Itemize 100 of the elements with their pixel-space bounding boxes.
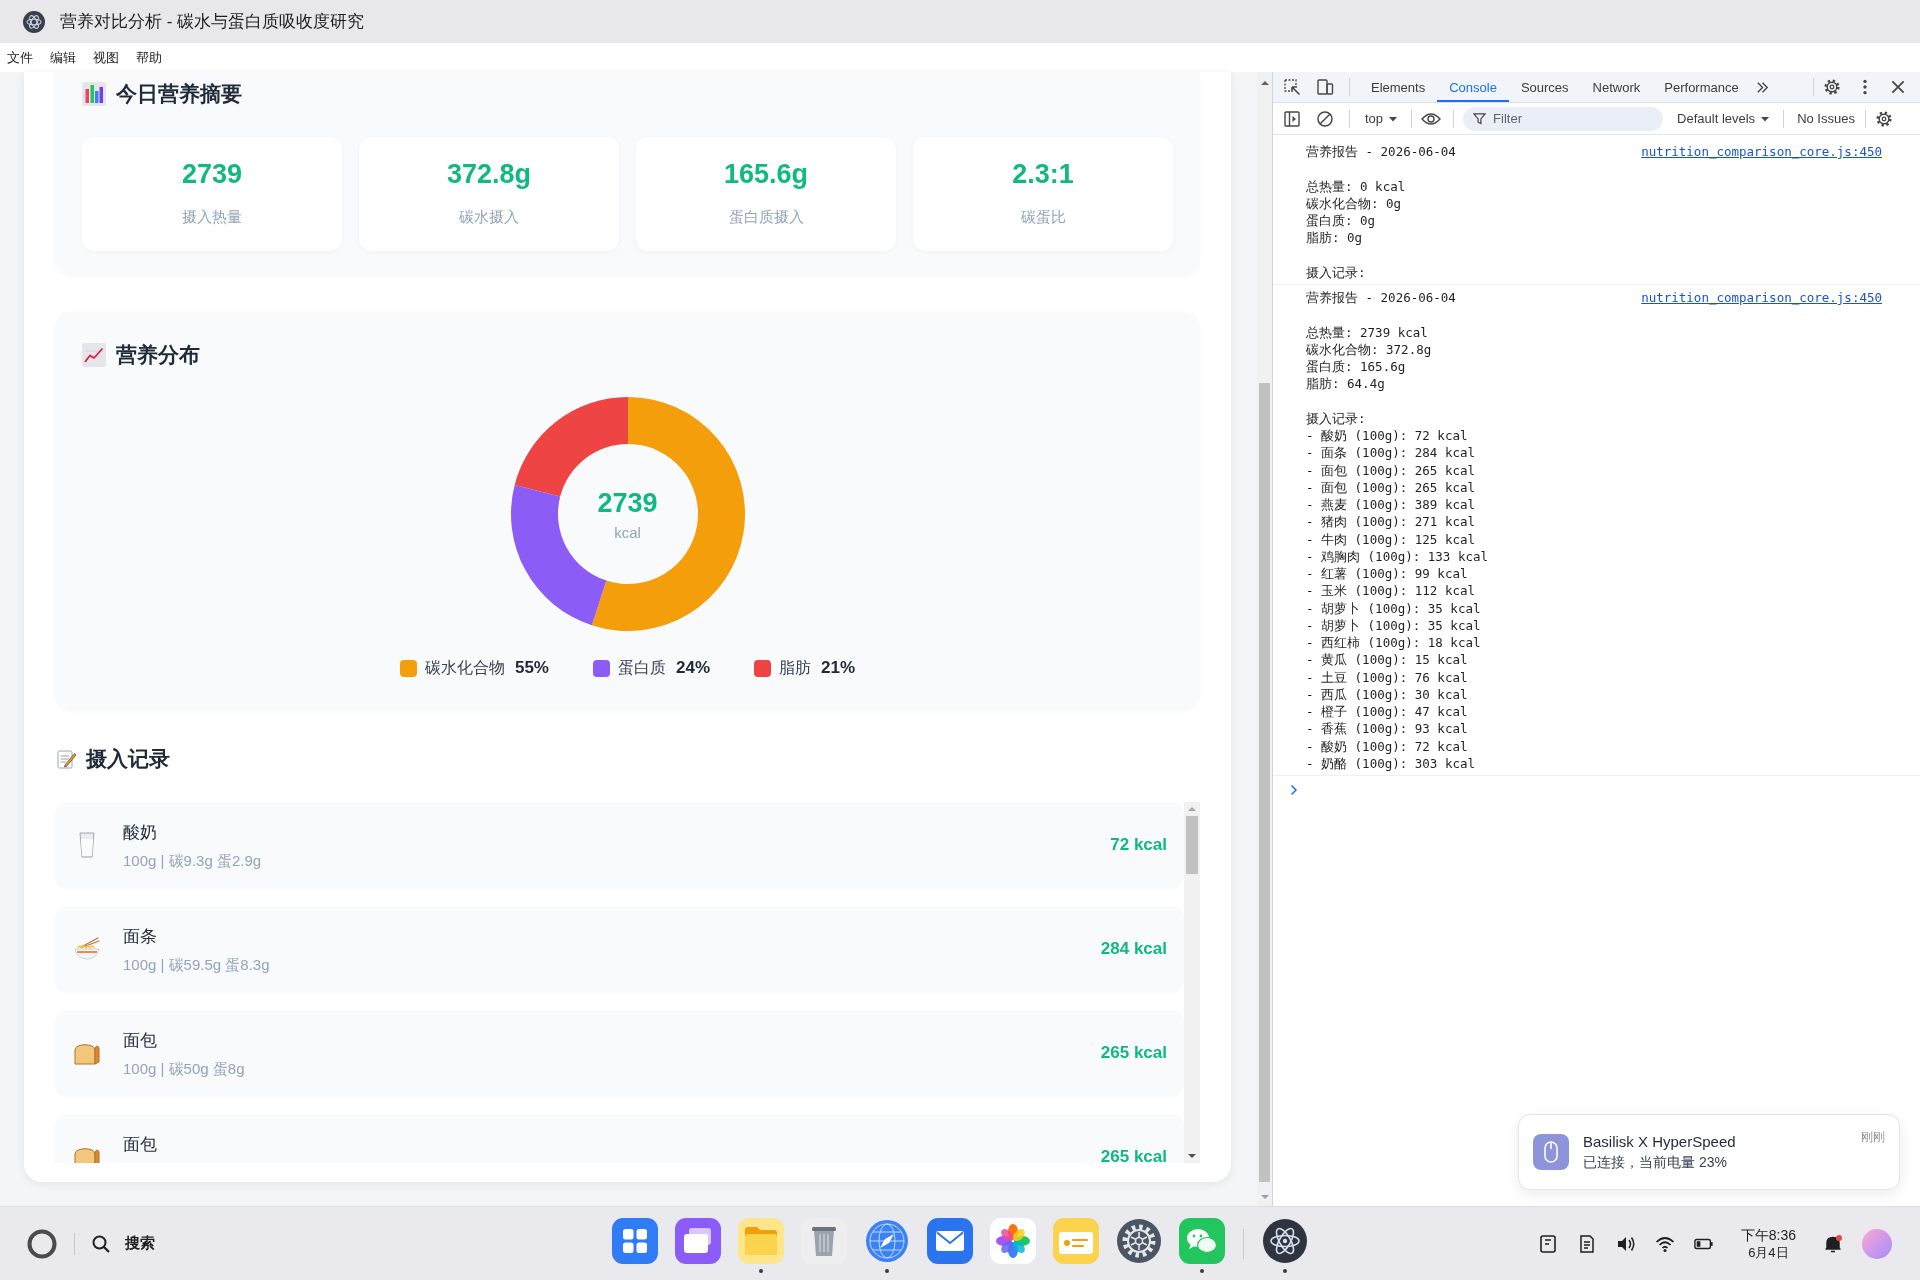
menu-item[interactable]: 编辑 (50, 48, 76, 67)
log-levels-dropdown[interactable]: Default levels (1671, 111, 1776, 126)
stat-value: 372.8g (446, 158, 532, 190)
flower-icon[interactable] (990, 1217, 1036, 1264)
food-calories: 265 kcal (1100, 1146, 1167, 1163)
stat-value: 2739 (181, 158, 243, 190)
atom-icon[interactable] (1262, 1217, 1308, 1264)
devtools-tab[interactable]: Sources (1508, 72, 1581, 102)
scroll-up-arrow-icon[interactable] (1260, 80, 1269, 86)
scrollbar-thumb[interactable] (1259, 383, 1270, 1182)
stat-label: 碳水摄入 (459, 207, 519, 227)
app-grid-icon[interactable] (612, 1217, 658, 1264)
console-text: 蛋白质: 165.6g (1306, 359, 1406, 374)
console-text: 脂肪: 0g (1306, 230, 1363, 246)
scroll-down-arrow-icon[interactable] (1188, 1153, 1196, 1159)
stat-label: 蛋白质摄入 (728, 207, 804, 227)
notification-title: Basilisk X HyperSpeed (1583, 1132, 1737, 1150)
inspect-icon[interactable] (1283, 78, 1301, 96)
eye-icon[interactable] (1421, 111, 1442, 126)
legend-label: 蛋白质 (618, 657, 666, 678)
devtools-tab[interactable]: Performance (1652, 72, 1751, 102)
prompt-chevron-icon[interactable] (1290, 784, 1298, 796)
console-text: - 面条 (100g): 284 kcal (1306, 445, 1475, 461)
stat-value: 165.6g (723, 158, 809, 190)
console-text: 总热量: 2739 kcal (1306, 324, 1428, 340)
stat-label: 碳蛋比 (1020, 207, 1066, 227)
legend-value: 55% (514, 658, 549, 678)
line-chart-icon (82, 343, 106, 367)
menu-item[interactable]: 帮助 (136, 48, 162, 67)
globe-icon[interactable] (864, 1217, 910, 1264)
filter-icon (1473, 112, 1487, 125)
settings-icon[interactable] (1874, 109, 1893, 128)
food-calories: 72 kcal (1110, 834, 1167, 856)
mouse-icon (1533, 1134, 1569, 1170)
source-link[interactable]: nutrition_comparison_core.js:450 (1641, 289, 1882, 307)
close-icon[interactable] (1889, 78, 1907, 96)
menu-item[interactable]: 文件 (7, 48, 33, 67)
filter-field[interactable]: Filter (1463, 106, 1664, 131)
clear-console-icon[interactable] (1316, 109, 1334, 128)
console-text: 摄入记录: (1306, 410, 1366, 426)
menu-item[interactable]: 视图 (93, 48, 119, 67)
console-text: - 西红柿 (100g): 18 kcal (1306, 635, 1481, 650)
device-toolbar-icon[interactable] (1316, 78, 1334, 96)
clock-time[interactable]: 下午8:36 (1740, 1226, 1796, 1244)
food-name: 面包 (123, 1030, 158, 1052)
notification-card[interactable]: Basilisk X HyperSpeed 已连接，当前电量 23% 刚刚 (1518, 1114, 1900, 1190)
console-text: - 香蕉 (100g): 93 kcal (1306, 721, 1468, 737)
scrollbar[interactable] (1184, 802, 1200, 1163)
issues-label[interactable]: No Issues (1797, 111, 1855, 126)
console-text: - 牛肉 (100g): 125 kcal (1306, 531, 1475, 547)
stat-label: 摄入热量 (182, 207, 242, 227)
food-calories: 284 kcal (1100, 938, 1167, 960)
food-detail: 100g | 碳59.5g 蛋8.3g (123, 955, 271, 975)
devtools-tab[interactable]: Elements (1359, 72, 1438, 102)
legend-value: 24% (676, 658, 710, 678)
source-link[interactable]: nutrition_comparison_core.js:450 (1641, 143, 1882, 161)
console-text: - 橙子 (100g): 47 kcal (1306, 704, 1468, 719)
mail-icon[interactable] (927, 1217, 973, 1264)
scrollbar[interactable] (1257, 72, 1272, 1206)
notification-message: 已连接，当前电量 23% (1583, 1153, 1728, 1172)
food-detail: 100g | 碳50g 蛋8g (123, 1059, 246, 1079)
search-label[interactable]: 搜索 (125, 1234, 155, 1253)
bell-icon[interactable] (1823, 1233, 1843, 1254)
devtools-tab[interactable]: Network (1580, 72, 1653, 102)
section-title: 今日营养摘要 (116, 81, 242, 107)
console-text: - 猪肉 (100g): 271 kcal (1306, 514, 1475, 530)
console-text: - 燕麦 (100g): 389 kcal (1306, 497, 1475, 512)
search-icon[interactable] (91, 1233, 111, 1254)
total-calories-unit: kcal (614, 523, 641, 543)
console-text: - 土豆 (100g): 76 kcal (1306, 669, 1468, 685)
section-title: 摄入记录 (86, 746, 170, 772)
console-text: 总热量: 0 kcal (1306, 178, 1406, 194)
console-text: - 面包 (100g): 265 kcal (1306, 462, 1475, 478)
legend-label: 碳水化合物 (424, 657, 505, 678)
memo-icon (57, 749, 77, 769)
stat-value: 2.3:1 (1012, 158, 1074, 190)
legend-value: 21% (821, 658, 856, 678)
console-text: - 胡萝卜 (100g): 35 kcal (1306, 600, 1481, 616)
console-text: - 奶酪 (100g): 303 kcal (1306, 755, 1475, 771)
sidebar-toggle-icon[interactable] (1283, 109, 1301, 128)
console-text: 碳水化合物: 372.8g (1306, 341, 1432, 357)
scrollbar-thumb[interactable] (1186, 816, 1198, 874)
bar-chart-icon (82, 82, 106, 106)
context-dropdown[interactable]: top (1359, 111, 1404, 126)
tablet-icon[interactable] (1537, 1233, 1558, 1254)
settings-icon[interactable] (1823, 78, 1841, 96)
console-text: - 黄瓜 (100g): 15 kcal (1306, 652, 1468, 668)
console-text: 营养报告 - 2026-06-04 (1306, 289, 1456, 307)
windows-icon[interactable] (675, 1217, 721, 1264)
ring-logo-icon[interactable] (26, 1227, 58, 1260)
console-text: 蛋白质: 0g (1306, 213, 1376, 228)
caret-icon (1389, 115, 1398, 122)
devtools-tab[interactable]: Console (1437, 72, 1509, 102)
clock-date[interactable]: 6月4日 (1748, 1244, 1789, 1261)
caret-icon (1761, 115, 1770, 122)
console-text: 摄入记录: (1306, 264, 1366, 280)
food-name: 酸奶 (123, 822, 158, 844)
total-calories-value: 2739 (597, 487, 658, 519)
console-text: - 胡萝卜 (100g): 35 kcal (1306, 617, 1481, 633)
settings-icon[interactable] (1116, 1217, 1162, 1264)
